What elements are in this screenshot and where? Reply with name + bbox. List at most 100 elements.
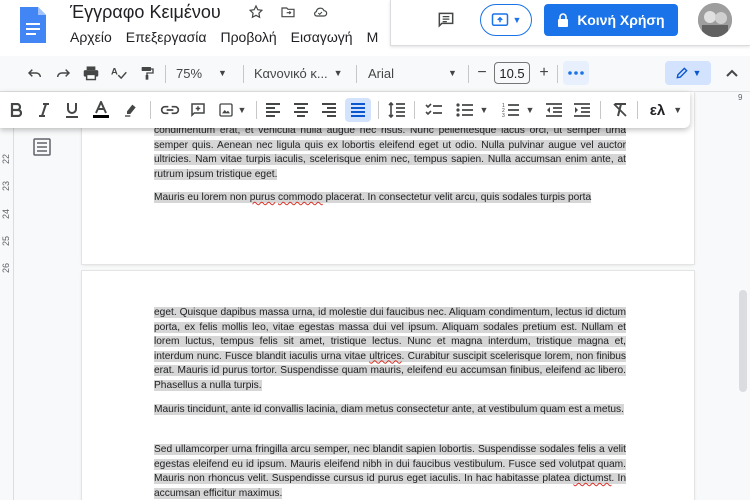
misspelled-word[interactable]: purus (250, 192, 275, 203)
paragraph[interactable]: eget. Quisque dapibus massa urna, id mol… (154, 306, 626, 393)
font-family-select[interactable]: Arial ▼ (368, 56, 464, 90)
underline-button[interactable] (62, 92, 82, 128)
misspelled-word[interactable]: commodo (278, 192, 323, 203)
insert-link-button[interactable] (158, 92, 182, 128)
italic-button[interactable] (34, 92, 54, 128)
ruler-mark: 22 (1, 153, 11, 164)
paragraph-text: Mauris eu lorem non (154, 192, 250, 203)
text-color-button[interactable] (90, 92, 112, 128)
present-icon (491, 13, 508, 26)
more-horizontal-icon (568, 71, 584, 75)
font-size-input[interactable]: 10.5 (494, 62, 530, 84)
align-right-button[interactable] (318, 92, 340, 128)
paragraph-style-value: Κανονικό κ... (254, 65, 328, 81)
toolbar-divider (468, 65, 469, 83)
insert-image-button[interactable]: ▼ (214, 92, 250, 128)
present-button[interactable]: ▼ (480, 4, 532, 36)
undo-icon (27, 69, 42, 78)
undo-button[interactable] (24, 56, 46, 90)
decrease-indent-button[interactable] (542, 92, 566, 128)
comment-history-button[interactable] (434, 8, 458, 32)
toolbar-divider (637, 101, 638, 119)
editing-mode-button[interactable]: ▼ (665, 61, 711, 85)
bold-button[interactable] (6, 92, 26, 128)
move-to-folder-icon[interactable] (278, 2, 298, 22)
pencil-icon (675, 67, 688, 79)
paragraph[interactable]: Sed ullamcorper urna fringilla arcu semp… (154, 443, 626, 500)
bulleted-list-icon (455, 103, 473, 117)
paragraph[interactable]: Mauris eu lorem non purus commodo placer… (154, 191, 626, 206)
toolbar-divider (243, 65, 244, 83)
font-family-value: Arial (368, 65, 395, 81)
misspelled-word[interactable]: dictumst (573, 473, 611, 484)
docs-logo-icon[interactable] (18, 5, 48, 45)
ruler-mark: 25 (1, 235, 11, 246)
misspelled-word[interactable]: ultrices (369, 351, 401, 362)
decrease-font-size-button[interactable]: − (472, 56, 492, 90)
document-outline-icon (33, 138, 51, 156)
zoom-select[interactable]: 75% ▼ (176, 56, 236, 90)
chevron-down-icon: ▼ (525, 105, 535, 115)
star-icon[interactable] (246, 2, 266, 22)
spellcheck-button[interactable]: A (108, 56, 130, 90)
checklist-icon (425, 103, 442, 116)
menu-view[interactable]: Προβολή (220, 29, 276, 45)
chevron-down-icon: ▼ (479, 105, 489, 115)
increase-font-size-button[interactable]: + (534, 56, 554, 90)
paragraph-text: placerat. In consectetur velit arcu, qui… (322, 192, 592, 203)
paragraph-text: condimentum erat, et vehicula nulla augu… (154, 125, 626, 180)
menu-insert[interactable]: Εισαγωγή (291, 29, 353, 45)
chevron-down-icon: ▼ (673, 105, 683, 115)
redo-icon (56, 69, 71, 78)
svg-text:3: 3 (502, 113, 505, 118)
user-photo-icon (698, 3, 732, 37)
line-spacing-icon (388, 102, 405, 118)
chevron-down-icon: ▼ (218, 68, 227, 78)
input-tools-button[interactable]: ελ ▼ (644, 92, 688, 128)
insert-comment-button[interactable] (186, 92, 210, 128)
toolbar-divider (414, 101, 415, 119)
checklist-button[interactable] (422, 92, 446, 128)
numbered-list-button[interactable]: 123 ▼ (498, 92, 538, 128)
toolbar-divider (356, 65, 357, 83)
document-title[interactable]: Έγγραφο Κειμένου (70, 2, 221, 23)
highlight-color-button[interactable] (120, 92, 142, 128)
justify-button[interactable] (345, 98, 371, 122)
scrollbar-thumb[interactable] (739, 290, 747, 392)
paragraph-text: Mauris tincidunt, ante id convallis laci… (154, 404, 624, 415)
bulleted-list-button[interactable]: ▼ (452, 92, 492, 128)
menu-edit[interactable]: Επεξεργασία (126, 29, 207, 45)
increase-indent-button[interactable] (570, 92, 594, 128)
line-spacing-button[interactable] (385, 92, 409, 128)
paragraph[interactable]: condimentum erat, et vehicula nulla augu… (154, 124, 626, 182)
align-center-button[interactable] (290, 92, 312, 128)
menu-file[interactable]: Αρχείο (70, 29, 112, 45)
toolbar-divider (600, 101, 601, 119)
print-button[interactable] (80, 56, 102, 90)
main-toolbar: A 75% ▼ Κανονικό κ... ▼ Arial ▼ − 10.5 + (0, 56, 750, 92)
align-left-button[interactable] (262, 92, 284, 128)
toolbar-divider (165, 65, 166, 83)
spellcheck-icon: A (111, 66, 127, 80)
chevron-down-icon: ▼ (333, 68, 343, 78)
share-button[interactable]: Κοινή Χρήση (544, 4, 678, 36)
collapse-menus-button[interactable] (722, 56, 742, 90)
document-outline-button[interactable] (33, 138, 51, 156)
redo-button[interactable] (52, 56, 74, 90)
print-icon (83, 66, 99, 81)
comment-icon (438, 12, 454, 28)
paragraph-style-select[interactable]: Κανονικό κ... ▼ (254, 56, 352, 90)
avatar[interactable] (698, 3, 732, 37)
clear-formatting-button[interactable] (608, 92, 632, 128)
cloud-saved-icon[interactable] (310, 2, 330, 22)
align-right-icon (322, 103, 336, 117)
menu-format[interactable]: Μ (367, 29, 379, 45)
present-dropdown-icon: ▼ (512, 15, 522, 25)
toolbar-divider (557, 65, 558, 83)
paragraph-text: Sed ullamcorper urna fringilla arcu semp… (154, 444, 626, 484)
paragraph[interactable]: Mauris tincidunt, ante id convallis laci… (154, 403, 626, 418)
paint-format-button[interactable] (136, 56, 158, 90)
more-toolbar-button[interactable] (563, 61, 589, 85)
underline-icon (66, 103, 78, 118)
vertical-ruler[interactable]: 22 23 24 25 26 (0, 92, 14, 500)
